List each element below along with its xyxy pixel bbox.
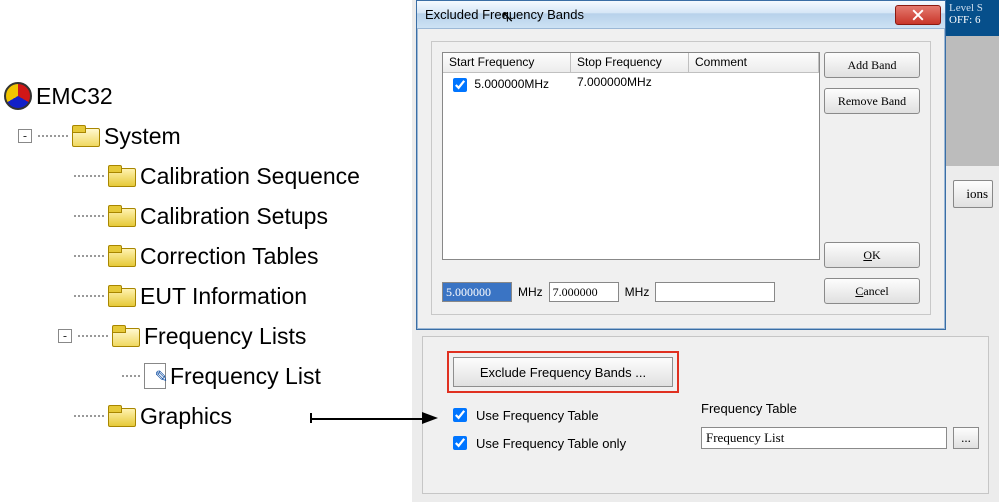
frequency-table-label: Frequency Table [701, 401, 797, 416]
tree-connector [122, 375, 140, 377]
frequency-table-field[interactable] [701, 427, 947, 449]
tree-node-label: Frequency Lists [144, 318, 306, 355]
tree-node-label: Graphics [140, 398, 232, 435]
annotation-arrow-head-icon [422, 412, 438, 424]
folder-icon [108, 205, 136, 227]
folder-open-icon [112, 325, 140, 347]
row-stop: 7.000000MHz [571, 73, 689, 93]
tree-node-calibration-setups[interactable]: Calibration Setups [74, 196, 412, 236]
tree-connector [38, 135, 68, 137]
collapse-icon[interactable]: - [18, 129, 32, 143]
stop-frequency-input[interactable] [549, 282, 619, 302]
tree-node-frequency-list[interactable]: Frequency List [122, 356, 412, 396]
dialog-content: Start Frequency Stop Frequency Comment 5… [431, 41, 931, 315]
tree-node-frequency-lists[interactable]: - Frequency Lists [58, 316, 412, 356]
comment-input[interactable] [655, 282, 775, 302]
folder-icon [108, 245, 136, 267]
folder-icon [108, 165, 136, 187]
use-frequency-table-input[interactable] [453, 408, 467, 422]
tree-node-label: Calibration Sequence [140, 158, 360, 195]
tree-node-label: Frequency List [170, 358, 321, 395]
annotation-arrow-tail [310, 418, 422, 420]
close-icon [912, 9, 924, 21]
col-comment[interactable]: Comment [689, 53, 819, 73]
col-stop[interactable]: Stop Frequency [571, 53, 689, 73]
tree-node-correction-tables[interactable]: Correction Tables [74, 236, 412, 276]
collapse-icon[interactable]: - [58, 329, 72, 343]
dialog-titlebar[interactable]: Excluded Frequency Bands [417, 1, 945, 29]
partial-button[interactable]: ions [953, 180, 993, 208]
list-buttons: Add Band Remove Band [824, 52, 920, 114]
folder-icon [108, 285, 136, 307]
close-button[interactable] [895, 5, 941, 25]
dialog-buttons: OK Cancel [824, 242, 920, 304]
tree-node-system[interactable]: - System [18, 116, 412, 156]
tree-connector [74, 215, 104, 217]
app-logo-icon [4, 82, 32, 110]
use-frequency-table-only-label: Use Frequency Table only [476, 436, 626, 451]
tree-node-calibration-sequence[interactable]: Calibration Sequence [74, 156, 412, 196]
row-start: 5.000000MHz [474, 77, 549, 91]
frequency-settings-group: Exclude Frequency Bands ... Use Frequenc… [422, 336, 989, 494]
tree-connector [74, 415, 104, 417]
start-frequency-input[interactable] [442, 282, 512, 302]
level-label: Level S [949, 2, 995, 14]
tree-node-label: Calibration Setups [140, 198, 328, 235]
tree-node-label: System [104, 118, 181, 155]
tree-node-label: Correction Tables [140, 238, 319, 275]
use-frequency-table-only-checkbox[interactable]: Use Frequency Table only [449, 433, 626, 453]
excluded-frequency-bands-dialog: Excluded Frequency Bands ↖ Start Frequen… [416, 0, 946, 330]
tree-root[interactable]: EMC32 [4, 76, 412, 116]
cancel-button[interactable]: Cancel [824, 278, 920, 304]
list-header: Start Frequency Stop Frequency Comment [443, 53, 819, 73]
ok-button[interactable]: OK [824, 242, 920, 268]
off-label: OFF: 6 [949, 14, 995, 26]
frequency-table-browse-button[interactable]: ... [953, 427, 979, 449]
navigation-tree[interactable]: EMC32 - System Calibration Sequence Cali… [4, 76, 412, 436]
tree-node-label: EUT Information [140, 278, 307, 315]
row-comment [689, 73, 819, 93]
folder-open-icon [72, 125, 100, 147]
annotation-arrow-tail-cap [310, 413, 312, 423]
row-enable-checkbox[interactable] [453, 78, 467, 92]
tree-root-label: EMC32 [36, 78, 113, 115]
tree-node-eut-information[interactable]: EUT Information [74, 276, 412, 316]
add-band-button[interactable]: Add Band [824, 52, 920, 78]
use-frequency-table-only-input[interactable] [453, 436, 467, 450]
frequency-bands-list[interactable]: Start Frequency Stop Frequency Comment 5… [442, 52, 820, 260]
start-unit: MHz [518, 285, 543, 299]
tree-connector [78, 335, 108, 337]
tree-node-graphics[interactable]: Graphics [74, 396, 412, 436]
tree-connector [74, 255, 104, 257]
exclude-frequency-bands-button[interactable]: Exclude Frequency Bands ... [453, 357, 673, 387]
list-row[interactable]: 5.000000MHz 7.000000MHz [443, 73, 819, 93]
file-icon [144, 363, 166, 389]
col-start[interactable]: Start Frequency [443, 53, 571, 73]
folder-icon [108, 405, 136, 427]
header-fragment: Level S OFF: 6 [945, 0, 999, 36]
dialog-title: Excluded Frequency Bands [425, 7, 584, 22]
tree-connector [74, 295, 104, 297]
tree-connector [74, 175, 104, 177]
panel-strip [945, 36, 999, 166]
use-frequency-table-label: Use Frequency Table [476, 408, 599, 423]
remove-band-button[interactable]: Remove Band [824, 88, 920, 114]
use-frequency-table-checkbox[interactable]: Use Frequency Table [449, 405, 599, 425]
stop-unit: MHz [625, 285, 650, 299]
frequency-input-row: MHz MHz [442, 282, 775, 302]
